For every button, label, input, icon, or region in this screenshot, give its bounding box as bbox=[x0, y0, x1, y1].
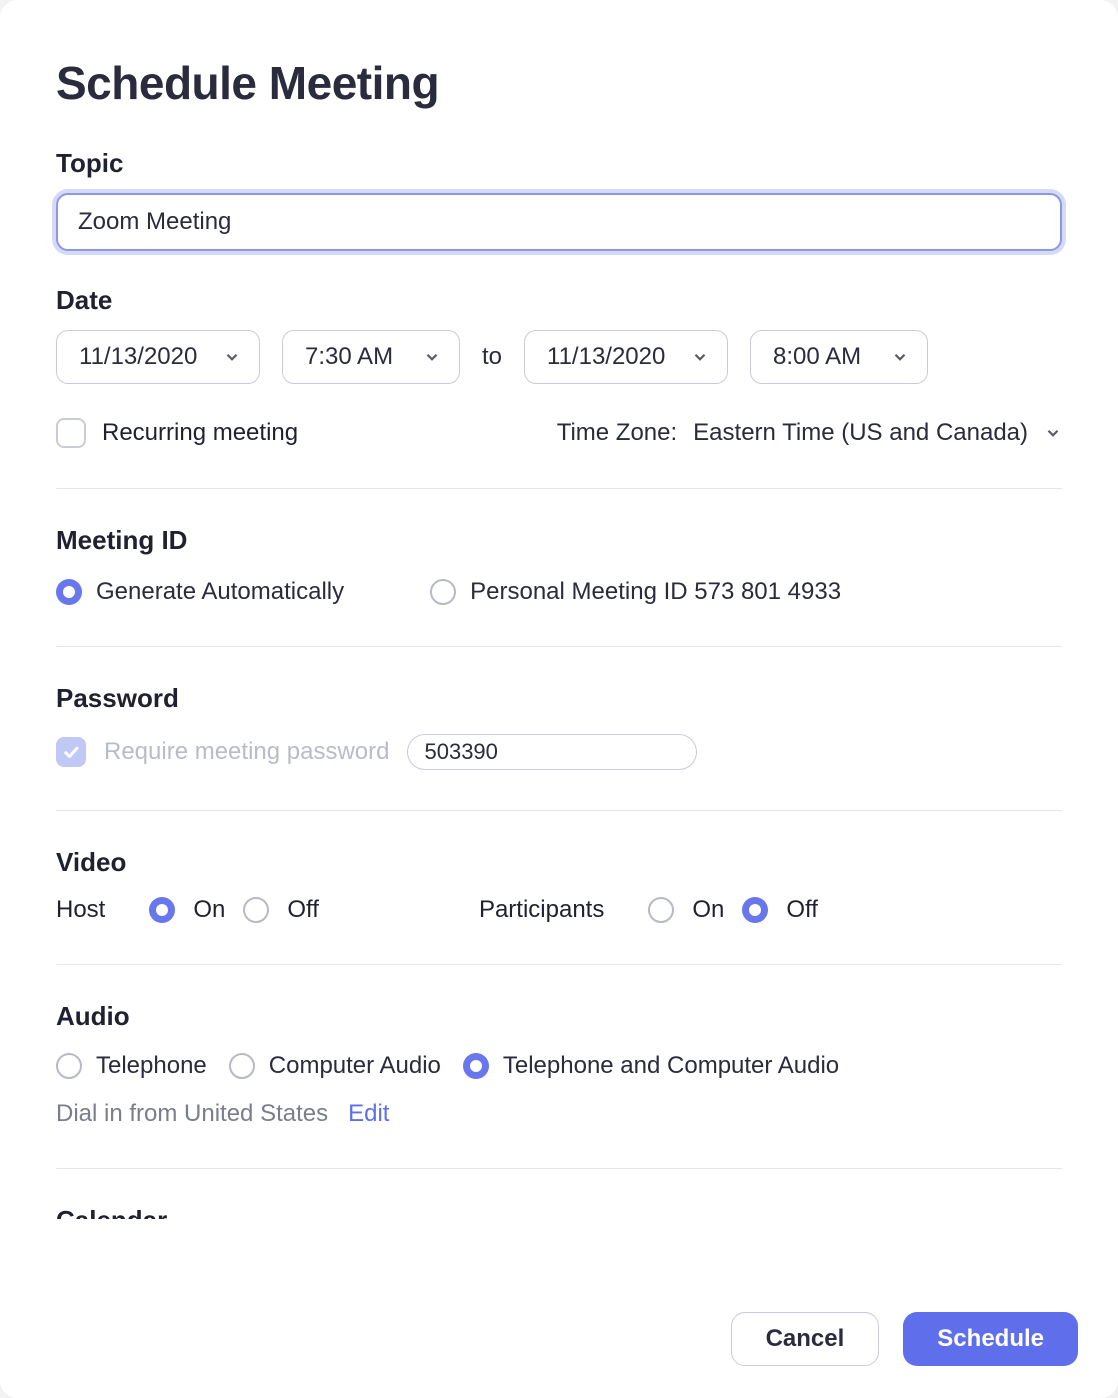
on-label: On bbox=[692, 896, 724, 924]
topic-input[interactable] bbox=[56, 193, 1062, 251]
dial-in-text: Dial in from United States bbox=[56, 1100, 328, 1128]
edit-dial-in-link[interactable]: Edit bbox=[348, 1100, 389, 1128]
audio-both-radio[interactable] bbox=[463, 1053, 489, 1079]
host-video-on-radio[interactable] bbox=[149, 897, 175, 923]
divider bbox=[56, 810, 1062, 811]
audio-telephone-radio[interactable] bbox=[56, 1053, 82, 1079]
audio-computer-label: Computer Audio bbox=[269, 1052, 441, 1080]
divider bbox=[56, 488, 1062, 489]
chevron-down-icon bbox=[423, 348, 441, 366]
meeting-id-generate-label: Generate Automatically bbox=[96, 578, 344, 606]
meeting-id-label: Meeting ID bbox=[56, 525, 1062, 556]
audio-both-label: Telephone and Computer Audio bbox=[503, 1052, 839, 1080]
password-input[interactable] bbox=[407, 734, 697, 770]
require-password-label: Require meeting password bbox=[104, 738, 389, 766]
divider bbox=[56, 646, 1062, 647]
chevron-down-icon bbox=[891, 348, 909, 366]
require-password-checkbox bbox=[56, 737, 86, 767]
divider bbox=[56, 1168, 1062, 1169]
cancel-button[interactable]: Cancel bbox=[731, 1312, 880, 1366]
start-time-value: 7:30 AM bbox=[305, 343, 393, 371]
chevron-down-icon bbox=[223, 348, 241, 366]
timezone-value: Eastern Time (US and Canada) bbox=[693, 419, 1028, 447]
recurring-label: Recurring meeting bbox=[102, 419, 298, 447]
start-date-select[interactable]: 11/13/2020 bbox=[56, 330, 260, 384]
start-time-select[interactable]: 7:30 AM bbox=[282, 330, 460, 384]
meeting-id-personal-label: Personal Meeting ID 573 801 4933 bbox=[470, 578, 841, 606]
chevron-down-icon bbox=[1044, 424, 1062, 442]
end-date-value: 11/13/2020 bbox=[547, 343, 665, 371]
date-label: Date bbox=[56, 285, 1062, 316]
audio-computer-radio[interactable] bbox=[229, 1053, 255, 1079]
participants-label: Participants bbox=[479, 896, 604, 924]
timezone-label: Time Zone: bbox=[557, 419, 677, 447]
password-label: Password bbox=[56, 683, 1062, 714]
timezone-select[interactable]: Time Zone: Eastern Time (US and Canada) bbox=[557, 419, 1062, 447]
participants-video-on-radio[interactable] bbox=[648, 897, 674, 923]
end-date-select[interactable]: 11/13/2020 bbox=[524, 330, 728, 384]
to-label: to bbox=[482, 343, 502, 371]
off-label: Off bbox=[287, 896, 319, 924]
end-time-select[interactable]: 8:00 AM bbox=[750, 330, 928, 384]
participants-video-off-radio[interactable] bbox=[742, 897, 768, 923]
end-time-value: 8:00 AM bbox=[773, 343, 861, 371]
chevron-down-icon bbox=[691, 348, 709, 366]
host-video-off-radio[interactable] bbox=[243, 897, 269, 923]
audio-label: Audio bbox=[56, 1001, 1062, 1032]
host-label: Host bbox=[56, 896, 105, 924]
page-title: Schedule Meeting bbox=[56, 56, 1062, 110]
on-label: On bbox=[193, 896, 225, 924]
topic-label: Topic bbox=[56, 148, 1062, 179]
video-label: Video bbox=[56, 847, 1062, 878]
meeting-id-generate-radio[interactable] bbox=[56, 579, 82, 605]
divider bbox=[56, 964, 1062, 965]
schedule-button[interactable]: Schedule bbox=[903, 1312, 1078, 1366]
start-date-value: 11/13/2020 bbox=[79, 343, 197, 371]
next-section-cutoff: Calendar bbox=[56, 1205, 1062, 1219]
audio-telephone-label: Telephone bbox=[96, 1052, 207, 1080]
recurring-checkbox[interactable] bbox=[56, 418, 86, 448]
meeting-id-personal-radio[interactable] bbox=[430, 579, 456, 605]
off-label: Off bbox=[786, 896, 818, 924]
